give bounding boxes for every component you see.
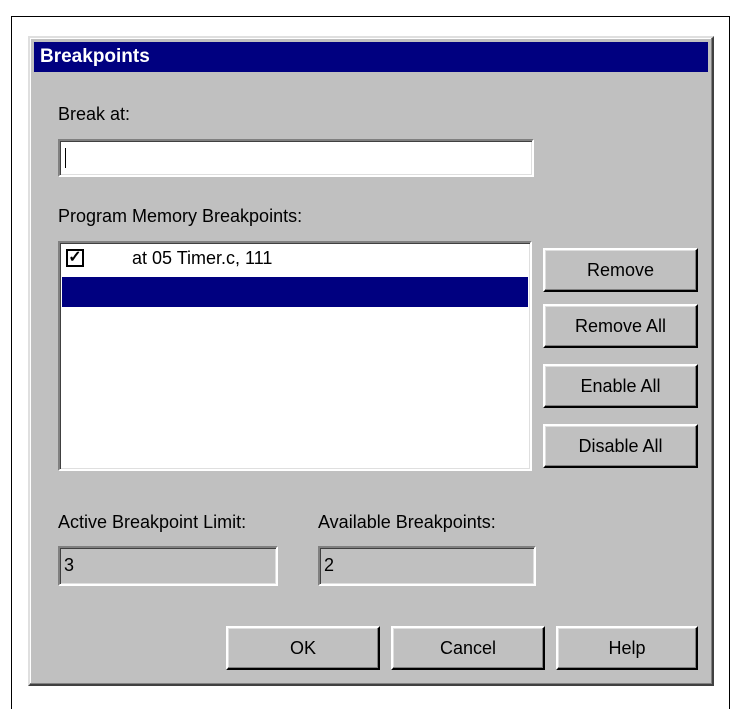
enable-all-button[interactable]: Enable All — [543, 364, 698, 408]
dialog-title: Breakpoints — [34, 42, 708, 72]
enable-all-button-label: Enable All — [580, 376, 661, 396]
active-breakpoint-limit-field: 3 — [58, 546, 278, 586]
available-breakpoints-value: 2 — [324, 555, 335, 575]
remove-button[interactable]: Remove — [543, 248, 698, 292]
available-breakpoints-field: 2 — [318, 546, 536, 586]
breakpoint-text: at 05 Timer.c, 111 — [132, 248, 273, 268]
available-breakpoints-label: Available Breakpoints: — [318, 512, 496, 532]
remove-button-label: Remove — [586, 260, 655, 280]
disable-all-button[interactable]: Disable All — [543, 424, 698, 468]
cancel-button[interactable]: Cancel — [391, 626, 545, 670]
ok-button[interactable]: OK — [226, 626, 380, 670]
cancel-button-label: Cancel — [439, 638, 497, 658]
active-breakpoint-limit-value: 3 — [64, 555, 75, 575]
text-caret — [65, 148, 66, 168]
ok-button-label: OK — [289, 638, 316, 658]
break-at-input[interactable] — [58, 139, 534, 177]
disable-all-button-label: Disable All — [578, 436, 663, 456]
active-breakpoint-limit-label: Active Breakpoint Limit: — [58, 512, 247, 532]
program-memory-breakpoints-label: Program Memory Breakpoints: — [58, 206, 303, 226]
help-button[interactable]: Help — [556, 626, 698, 670]
remove-all-button-label: Remove All — [574, 316, 667, 336]
help-button-label: Help — [608, 638, 646, 658]
list-item[interactable]: ✓ at 05 Timer.c, 111 — [62, 245, 528, 275]
remove-all-button[interactable]: Remove All — [543, 304, 698, 348]
break-at-label: Break at: — [58, 104, 131, 124]
selected-empty-row[interactable] — [62, 277, 528, 307]
breakpoints-list[interactable]: ✓ at 05 Timer.c, 111 — [58, 241, 532, 471]
breakpoint-checkbox[interactable]: ✓ — [66, 249, 84, 267]
breakpoints-dialog: Breakpoints Break at: Program Memory Bre… — [28, 36, 714, 686]
